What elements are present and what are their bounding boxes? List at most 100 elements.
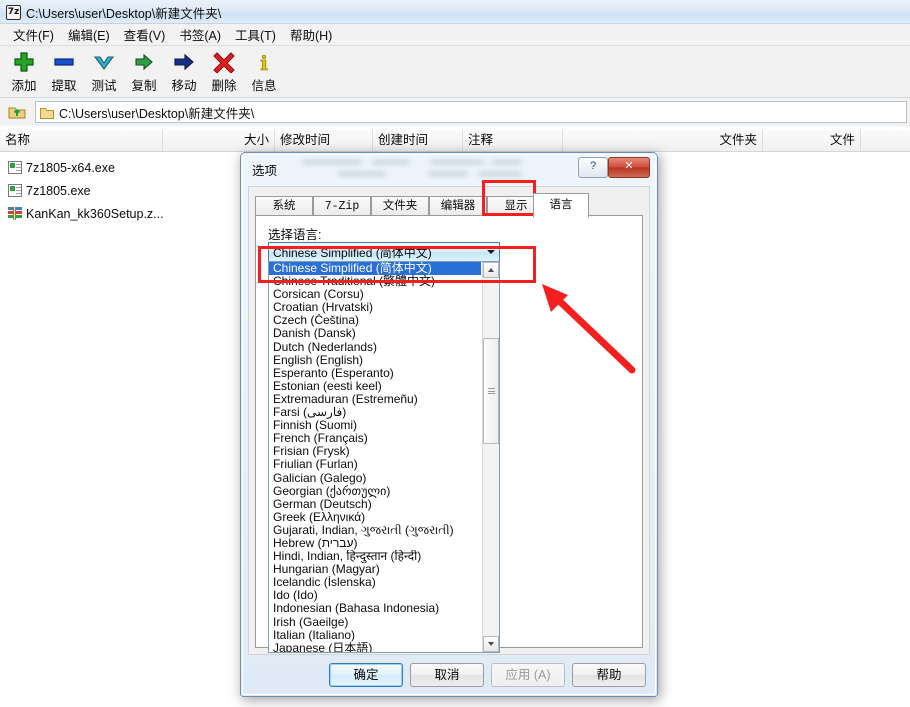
toolbar-info-label: 信息 [251,75,276,94]
dialog-titlebar: 选项 ? ✕ [242,154,656,184]
menu-tools[interactable]: 工具(T) [228,23,283,46]
column-header-created[interactable]: 创建时间 [373,130,463,151]
file-name-text: KanKan_kk360Setup.z... [26,207,164,221]
language-option[interactable]: Estonian (eesti keel) [269,380,481,393]
dialog-background-blur [302,158,532,180]
folder-icon [40,106,54,119]
language-option[interactable]: Dutch (Nederlands) [269,341,481,354]
language-option[interactable]: Hindi, Indian, हिन्दुस्तान (हिन्दी) [269,550,481,563]
language-option[interactable]: Danish (Dansk) [269,327,481,340]
chevron-down-icon [93,50,115,74]
language-option[interactable]: English (English) [269,354,481,367]
dialog-tabstrip: 系统 7-Zip 文件夹 编辑器 显示 语言 [255,193,643,217]
language-option[interactable]: Frisian (Frysk) [269,445,481,458]
language-option[interactable]: Greek (Ελληνικά) [269,511,481,524]
address-bar: C:\Users\user\Desktop\新建文件夹\ [0,98,910,126]
language-tab-panel: 选择语言: Chinese Simplified (简体中文) Chinese … [255,215,643,648]
arrow-right-short-icon [133,50,155,74]
language-option[interactable]: Chinese Simplified (简体中文) [269,262,481,275]
arrow-right-icon [173,50,195,74]
menu-file[interactable]: 文件(F) [6,23,61,46]
language-option[interactable]: Italian (Italiano) [269,629,481,642]
column-header-spacer [861,130,910,151]
menu-help[interactable]: 帮助(H) [283,23,339,46]
language-option[interactable]: Finnish (Suomi) [269,419,481,432]
language-option[interactable]: Icelandic (Íslenska) [269,576,481,589]
svg-text:i: i [260,51,268,73]
column-header-files[interactable]: 文件 [763,130,861,151]
language-option[interactable]: Georgian (ქართული) [269,485,481,498]
menu-view[interactable]: 查看(V) [117,23,173,46]
language-option[interactable]: Extremaduran (Estremeñu) [269,393,481,406]
tab-language[interactable]: 语言 [533,193,589,218]
tab-folders[interactable]: 文件夹 [371,196,429,217]
language-option[interactable]: Hungarian (Magyar) [269,563,481,576]
language-dropdown-items: Chinese Simplified (简体中文)Chinese Traditi… [269,262,481,653]
toolbar-test-label: 测试 [91,75,116,94]
toolbar-test-button[interactable]: 测试 [84,46,124,94]
help-button[interactable]: 帮助 [572,663,646,687]
toolbar-copy-button[interactable]: 复制 [124,46,164,94]
file-name-cell: KanKan_kk360Setup.z... [0,207,245,221]
language-option[interactable]: Czech (Čeština) [269,314,481,327]
language-option[interactable]: Chinese Traditional (繁體中文) [269,275,481,288]
exe-file-icon [8,161,22,174]
language-option[interactable]: Indonesian (Bahasa Indonesia) [269,602,481,615]
file-name-text: 7z1805.exe [26,184,91,198]
toolbar-extract-button[interactable]: 提取 [44,46,84,94]
column-header-size[interactable]: 大小 [163,130,275,151]
language-option[interactable]: Corsican (Corsu) [269,288,481,301]
minus-icon [53,50,75,74]
language-option[interactable]: Croatian (Hrvatski) [269,301,481,314]
folder-up-icon[interactable] [3,99,31,125]
archive-file-icon [8,207,22,220]
menu-edit[interactable]: 编辑(E) [61,23,117,46]
dialog-help-button[interactable]: ? [578,157,608,178]
exe-file-icon [8,184,22,197]
language-option[interactable]: Friulian (Furlan) [269,458,481,471]
toolbar-info-button[interactable]: i 信息 [244,46,284,94]
dropdown-scrollbar[interactable] [482,262,499,652]
address-input[interactable]: C:\Users\user\Desktop\新建文件夹\ [35,101,907,123]
info-icon: i [253,50,275,74]
select-language-label: 选择语言: [268,224,321,243]
scrollbar-thumb[interactable] [483,338,499,444]
language-option[interactable]: Hebrew (עברית) [269,537,481,550]
toolbar-move-button[interactable]: 移动 [164,46,204,94]
menu-bookmarks[interactable]: 书签(A) [172,23,228,46]
toolbar-move-label: 移动 [171,75,196,94]
language-option[interactable]: Farsi (فارسی) [269,406,481,419]
dialog-close-button[interactable]: ✕ [608,157,650,178]
tab-editor[interactable]: 编辑器 [429,196,487,217]
toolbar-delete-button[interactable]: 删除 [204,46,244,94]
language-option[interactable]: Japanese (日本語) [269,642,481,653]
toolbar-delete-label: 删除 [211,75,236,94]
language-dropdown-list[interactable]: Chinese Simplified (简体中文)Chinese Traditi… [268,261,500,653]
language-option[interactable]: Ido (Ido) [269,589,481,602]
column-header-folders[interactable]: 文件夹 [563,130,763,151]
column-header-name[interactable]: 名称 [0,130,163,151]
language-option[interactable]: Esperanto (Esperanto) [269,367,481,380]
column-header-comment[interactable]: 注释 [463,130,563,151]
apply-button: 应用 (A) [491,663,565,687]
language-option[interactable]: Gujarati, Indian, ગુજરાતી (ગુજરાતી) [269,524,481,537]
cancel-button[interactable]: 取消 [410,663,484,687]
seven-zip-window: 7z C:\Users\user\Desktop\新建文件夹\ 文件(F) 编辑… [0,0,910,707]
scroll-down-icon[interactable] [483,636,499,652]
scroll-up-icon[interactable] [483,262,499,278]
plus-icon [13,50,35,74]
language-combobox[interactable]: Chinese Simplified (简体中文) [268,242,500,262]
language-option[interactable]: Galician (Galego) [269,472,481,485]
language-option[interactable]: French (Français) [269,432,481,445]
toolbar-add-button[interactable]: 添加 [4,46,44,94]
language-option[interactable]: German (Deutsch) [269,498,481,511]
toolbar: 添加 提取 测试 复制 移动 [0,46,910,98]
column-header-modified[interactable]: 修改时间 [275,130,373,151]
tab-system[interactable]: 系统 [255,196,313,217]
7zip-logo-icon: 7z [6,5,21,20]
ok-button[interactable]: 确定 [329,663,403,687]
dialog-button-row: 确定 取消 应用 (A) 帮助 [240,663,658,689]
tab-7zip[interactable]: 7-Zip [313,196,371,217]
chevron-down-icon[interactable] [482,243,499,261]
language-option[interactable]: Irish (Gaeilge) [269,616,481,629]
